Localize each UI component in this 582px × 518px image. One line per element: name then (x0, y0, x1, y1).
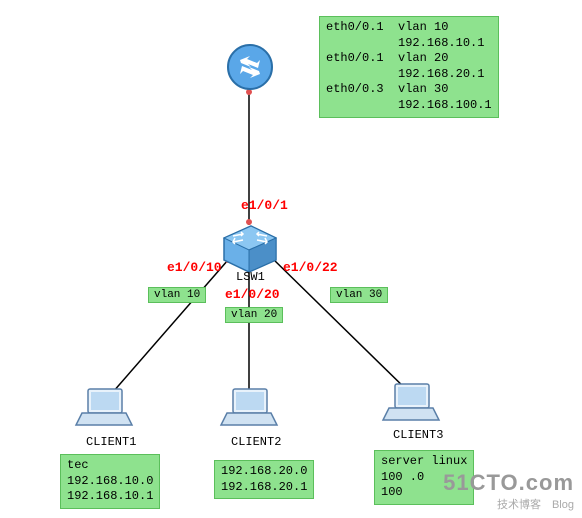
vlan-mid: vlan 20 (225, 307, 283, 323)
client1-info: tec 192.168.10.0 192.168.10.1 (60, 454, 160, 509)
router-icon (225, 42, 275, 97)
switch-icon (221, 218, 279, 277)
client2-label: CLIENT2 (231, 435, 281, 449)
client1-label: CLIENT1 (86, 435, 136, 449)
port-right: e1/0/22 (283, 260, 338, 275)
watermark: 51CTO.com 技术博客 Blog (443, 470, 574, 512)
router-config-box: eth0/0.1 vlan 10 192.168.10.1 eth0/0.1 v… (319, 16, 499, 118)
vlan-right: vlan 30 (330, 287, 388, 303)
port-mid: e1/0/20 (225, 287, 280, 302)
vlan-left: vlan 10 (148, 287, 206, 303)
watermark-sub: 技术博客 Blog (443, 496, 574, 512)
switch-label: LSW1 (236, 270, 265, 284)
client1-icon (74, 385, 134, 436)
port-left: e1/0/10 (167, 260, 222, 275)
client2-info: 192.168.20.0 192.168.20.1 (214, 460, 314, 499)
client2-icon (219, 385, 279, 436)
watermark-main: 51CTO.com (443, 470, 574, 496)
client3-label: CLIENT3 (393, 428, 443, 442)
client3-icon (381, 380, 441, 431)
port-up: e1/0/1 (241, 198, 288, 213)
